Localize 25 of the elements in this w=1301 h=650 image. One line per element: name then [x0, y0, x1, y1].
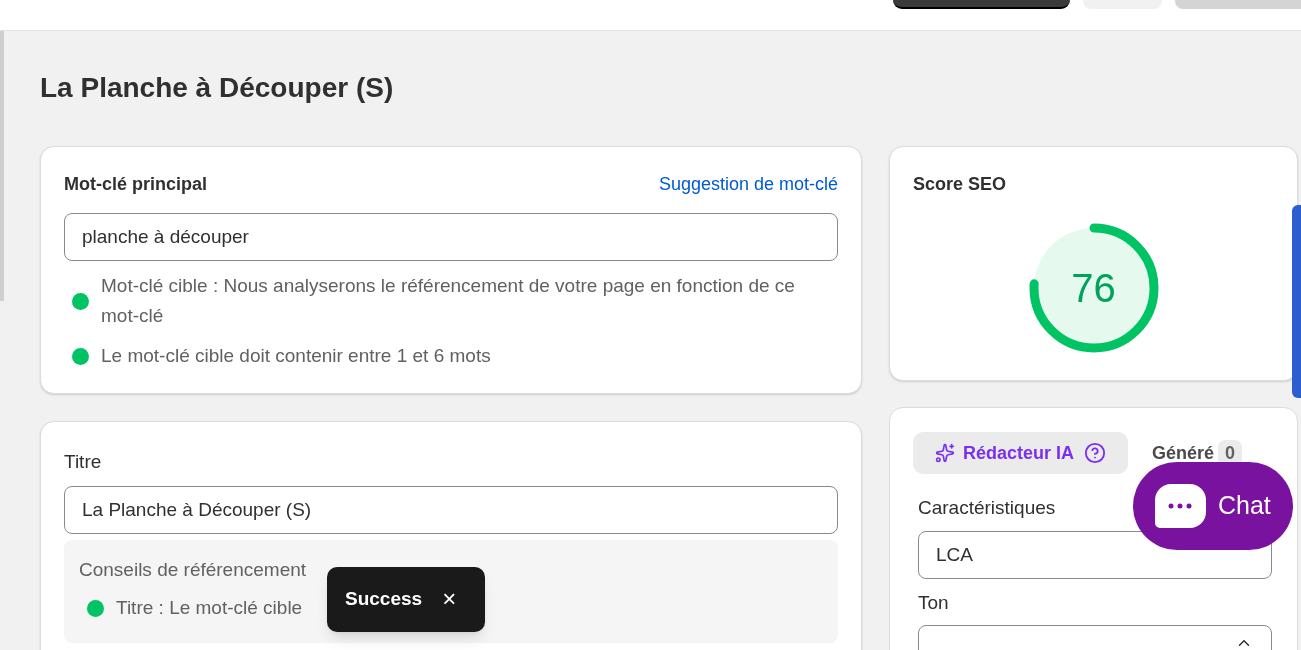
field-label: Mot-clé principal	[64, 173, 207, 196]
keyword-suggestion-link[interactable]: Suggestion de mot-clé	[658, 171, 838, 198]
field-label: Titre	[64, 450, 103, 474]
field-label: Ton	[918, 590, 949, 615]
toast-message: Success	[345, 586, 423, 611]
tips-heading: Conseils de référencement	[79, 557, 308, 582]
ai-writer-button[interactable]: Rédacteur IA	[913, 432, 1129, 474]
close-button[interactable]: ×	[442, 587, 457, 611]
sparkle-icon	[935, 443, 955, 463]
hint-text: Le mot-clé cible doit contenir entre 1 et 6 mots	[101, 344, 491, 368]
help-icon	[1084, 442, 1107, 464]
tip-text: Titre : Le mot-clé cible	[116, 596, 303, 620]
page-title: La Planche à Découper (S)	[40, 71, 395, 105]
text-field[interactable]: LCA	[918, 530, 1272, 579]
top-bar-button[interactable]	[893, 0, 1070, 9]
hint-text: Mot-clé cible : Nous analyserons le référencement de votre page en fonction de ce mot-clé	[101, 274, 796, 328]
card-title: Score SEO	[913, 173, 1008, 196]
score-value: 76	[1071, 268, 1116, 308]
field-label: Caractéristiques	[918, 496, 1056, 520]
generated-label: Généré	[1152, 441, 1215, 465]
chat-bubble-icon	[1155, 484, 1206, 528]
side-tab[interactable]	[1292, 205, 1301, 398]
keyword-field[interactable]: planche à découper	[64, 213, 838, 261]
title-field[interactable]: La Planche à Découper (S)	[64, 485, 838, 534]
scrollbar[interactable]	[0, 31, 4, 301]
